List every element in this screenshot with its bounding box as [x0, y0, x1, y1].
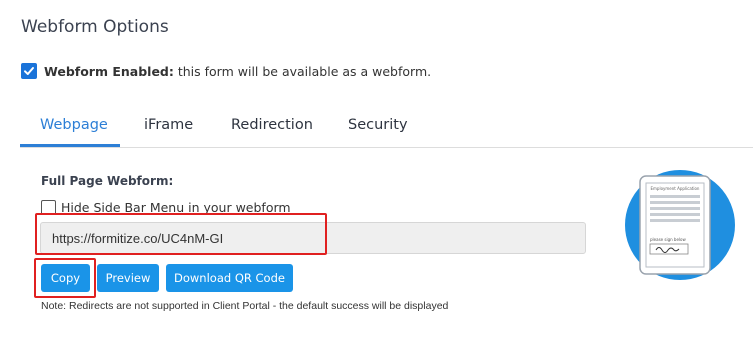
- hide-sidebar-checkbox[interactable]: [41, 199, 56, 215]
- checkmark-icon: [24, 67, 34, 75]
- webform-url-field[interactable]: https://formitize.co/UC4nM-GI: [40, 222, 586, 254]
- webform-url-value: https://formitize.co/UC4nM-GI: [52, 230, 224, 246]
- webform-enabled-label: Webform Enabled:: [44, 63, 174, 79]
- preview-button[interactable]: Preview: [97, 264, 159, 292]
- hide-sidebar-row[interactable]: Hide Side Bar Menu in your webform: [41, 198, 291, 216]
- webform-enabled-description: this form will be available as a webform…: [173, 63, 432, 79]
- tab-divider: [20, 147, 753, 148]
- copy-button[interactable]: Copy: [41, 264, 90, 292]
- tablet-icon: Employment Application please sign below: [639, 175, 711, 275]
- illustration-sign-text: please sign below: [650, 237, 686, 242]
- webform-illustration: Employment Application please sign below: [625, 170, 735, 280]
- page-title: Webform Options: [21, 17, 169, 37]
- tab-webpage[interactable]: Webpage: [40, 117, 108, 133]
- illustration-doc-title: Employment Application: [651, 186, 700, 191]
- tab-iframe[interactable]: iFrame: [144, 117, 193, 133]
- tab-redirection[interactable]: Redirection: [231, 117, 313, 133]
- webform-enabled-checkbox[interactable]: [21, 63, 37, 79]
- hide-sidebar-label: Hide Side Bar Menu in your webform: [61, 199, 291, 215]
- tab-security[interactable]: Security: [348, 117, 408, 133]
- full-page-webform-label: Full Page Webform:: [41, 174, 174, 188]
- tab-bar: Webpage iFrame Redirection Security: [20, 103, 753, 147]
- webform-enabled-row[interactable]: Webform Enabled: this form will be avail…: [21, 62, 431, 80]
- client-portal-note: Note: Redirects are not supported in Cli…: [41, 300, 449, 312]
- download-qr-code-button[interactable]: Download QR Code: [166, 264, 293, 292]
